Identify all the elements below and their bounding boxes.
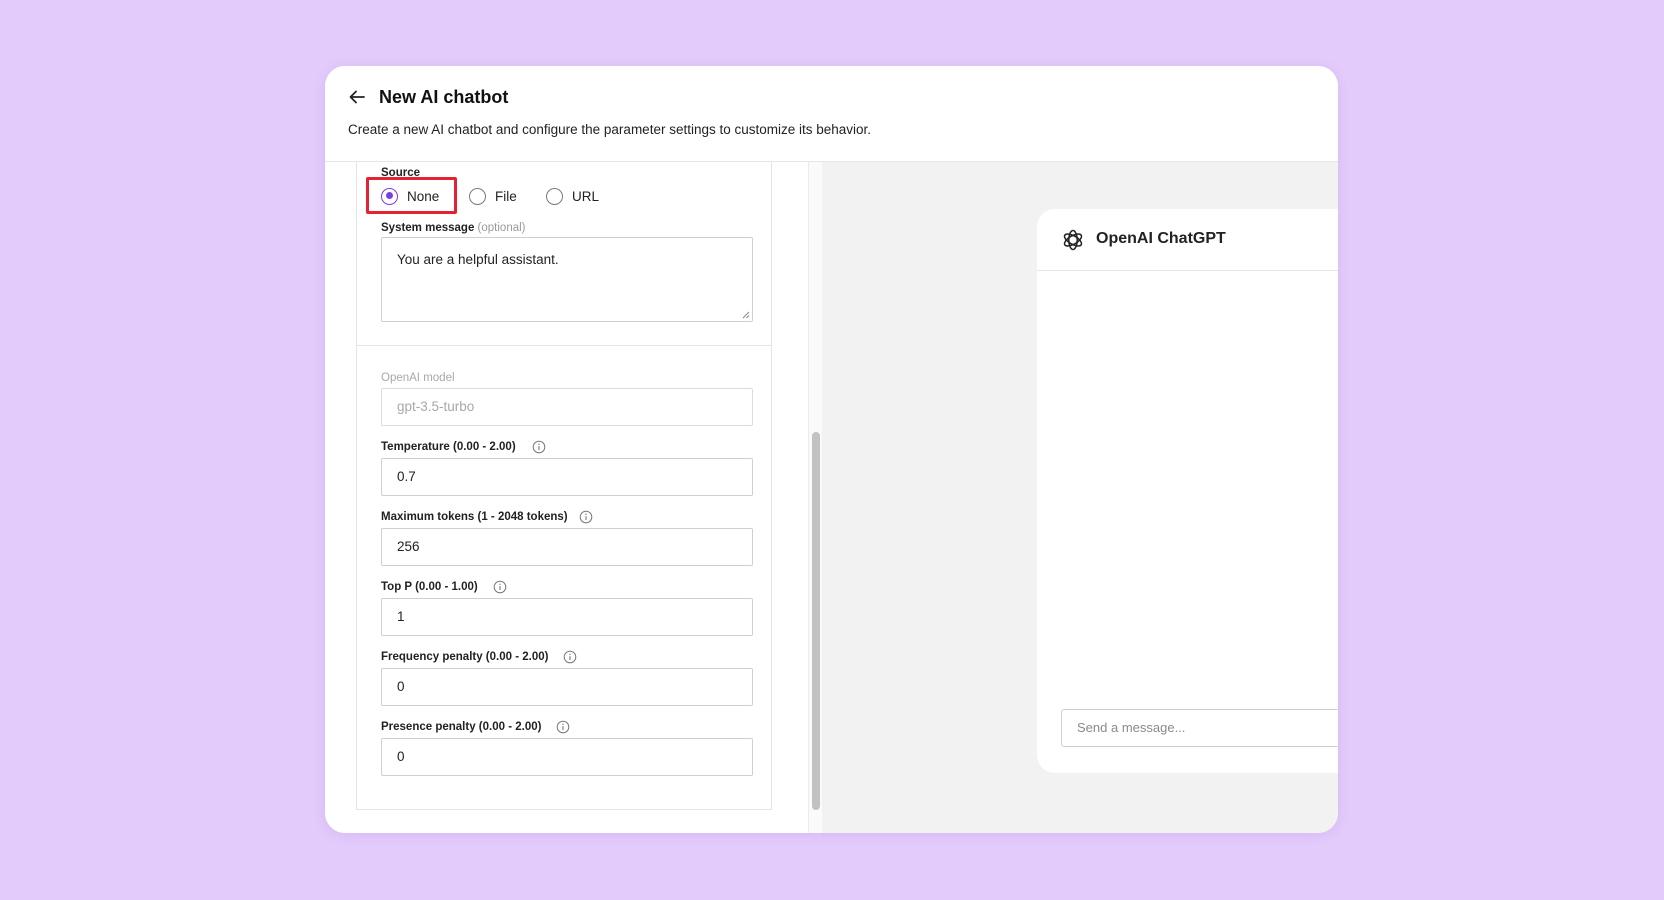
- source-option-none[interactable]: None: [381, 186, 439, 206]
- settings-scrollbar[interactable]: [808, 162, 822, 833]
- temperature-input[interactable]: 0.7: [381, 458, 753, 496]
- source-option-label: URL: [572, 188, 600, 204]
- temperature-label: Temperature (0.00 - 2.00): [381, 441, 516, 453]
- max-tokens-input[interactable]: 256: [381, 528, 753, 566]
- openai-logo-icon: [1063, 229, 1083, 251]
- page-header: New AI chatbot Create a new AI chatbot a…: [325, 66, 1338, 162]
- source-option-label: File: [495, 188, 517, 204]
- radio-url[interactable]: [546, 187, 563, 205]
- preview-pane: OpenAI ChatGPT Send a message...: [822, 162, 1338, 833]
- model-field: gpt-3.5-turbo: [381, 388, 753, 426]
- info-icon[interactable]: [532, 440, 546, 454]
- frequency-penalty-input[interactable]: 0: [381, 668, 753, 706]
- max-tokens-label: Maximum tokens (1 - 2048 tokens): [381, 511, 568, 523]
- frequency-penalty-label: Frequency penalty (0.00 - 2.00): [381, 651, 549, 663]
- chat-header: OpenAI ChatGPT: [1037, 209, 1338, 271]
- model-label: OpenAI model: [381, 372, 455, 384]
- source-option-file[interactable]: File: [469, 186, 517, 206]
- chatbot-editor-window: New AI chatbot Create a new AI chatbot a…: [325, 66, 1338, 833]
- system-message-label-text: System message: [381, 222, 475, 234]
- info-icon[interactable]: [579, 510, 593, 524]
- presence-penalty-label: Presence penalty (0.00 - 2.00): [381, 721, 542, 733]
- radio-none[interactable]: [381, 187, 398, 205]
- settings-form: Source None File URL System message (opt…: [356, 162, 772, 810]
- message-input[interactable]: Send a message...: [1061, 709, 1338, 747]
- arrow-left-icon: [349, 90, 365, 104]
- system-message-label: System message (optional): [381, 221, 526, 235]
- info-icon[interactable]: [563, 650, 577, 664]
- top-p-input[interactable]: 1: [381, 598, 753, 636]
- presence-penalty-input[interactable]: 0: [381, 738, 753, 776]
- top-p-label: Top P (0.00 - 1.00): [381, 581, 478, 593]
- source-option-url[interactable]: URL: [546, 186, 599, 206]
- page-subtitle: Create a new AI chatbot and configure th…: [348, 122, 872, 137]
- back-button[interactable]: [345, 85, 369, 109]
- info-icon[interactable]: [493, 580, 507, 594]
- source-option-label: None: [407, 188, 440, 204]
- system-message-value: You are a helpful assistant.: [397, 252, 559, 267]
- source-radio-group: None File URL: [366, 177, 626, 215]
- section-divider: [357, 345, 771, 346]
- system-message-input[interactable]: You are a helpful assistant.: [381, 237, 753, 322]
- radio-file[interactable]: [469, 187, 486, 205]
- optional-hint: (optional): [477, 222, 526, 234]
- settings-pane[interactable]: Source None File URL System message (opt…: [325, 162, 808, 833]
- scrollbar-thumb[interactable]: [812, 432, 820, 810]
- resize-handle-icon[interactable]: [741, 310, 750, 319]
- page-title: New AI chatbot: [379, 87, 509, 107]
- chat-preview-card: OpenAI ChatGPT Send a message...: [1037, 209, 1338, 773]
- info-icon[interactable]: [556, 720, 570, 734]
- chat-title: OpenAI ChatGPT: [1096, 230, 1226, 247]
